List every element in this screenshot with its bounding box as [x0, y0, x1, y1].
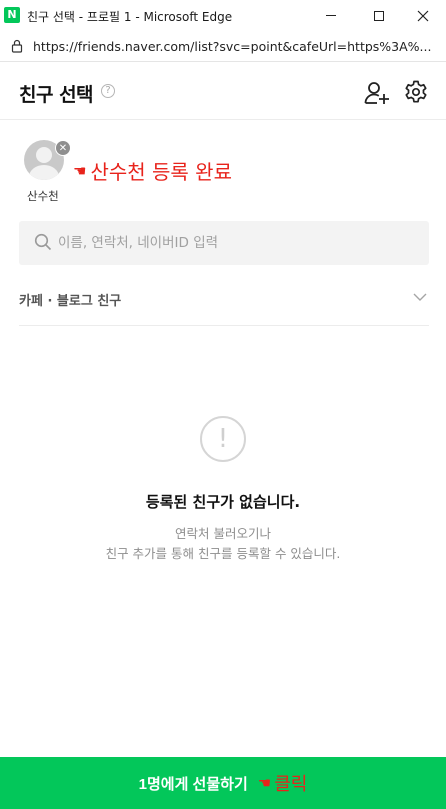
empty-state-title: 등록된 친구가 없습니다. [145, 493, 301, 511]
send-gift-label: 1명에게 선물하기 [138, 775, 248, 793]
settings-gear-icon[interactable] [404, 80, 428, 104]
maximize-button[interactable] [356, 0, 402, 31]
naver-app-icon: N [4, 7, 20, 23]
minimize-button[interactable] [308, 0, 354, 31]
selected-friend-item: ✕ 산수천 [20, 138, 80, 208]
page-title: 친구 선택 [19, 84, 94, 106]
empty-state-line-2: 친구 추가를 통해 친구를 등록할 수 있습니다. [105, 546, 341, 561]
browser-window: N 친구 선택 - 프로필 1 - Microsoft Edge https:/… [0, 0, 446, 809]
close-window-button[interactable] [400, 0, 446, 31]
empty-state-description: 연락처 불러오기나 친구 추가를 통해 친구를 등록할 수 있습니다. [0, 524, 446, 564]
empty-state-line-1: 연락처 불러오기나 [175, 526, 271, 541]
chevron-down-icon [413, 293, 427, 301]
lock-icon [11, 39, 23, 53]
search-box [19, 221, 429, 265]
empty-alert-icon: ! [200, 416, 246, 462]
help-icon[interactable]: ? [101, 84, 115, 98]
close-icon [417, 10, 429, 21]
pointing-hand-icon: ☚ [73, 161, 87, 180]
registered-annotation-text: 산수천 등록 완료 [90, 160, 232, 184]
registered-annotation: ☚ 산수천 등록 완료 [73, 156, 232, 185]
category-label: 카페 · 블로그 친구 [19, 294, 122, 309]
send-gift-button[interactable]: 1명에게 선물하기 ☚ 클릭 [0, 757, 446, 809]
avatar-body [29, 165, 59, 180]
add-friend-icon[interactable] [364, 80, 390, 106]
window-title: 친구 선택 - 프로필 1 - Microsoft Edge [27, 10, 233, 24]
url-text[interactable]: https://friends.naver.com/list?svc=point… [33, 39, 443, 54]
maximize-icon [374, 10, 384, 21]
app-header: 친구 선택 ? [0, 62, 446, 120]
title-bar: N 친구 선택 - 프로필 1 - Microsoft Edge [0, 0, 446, 31]
click-annotation-text: 클릭 [274, 774, 308, 794]
avatar-head [36, 147, 52, 163]
category-cafe-blog-friends[interactable]: 카페 · 블로그 친구 [19, 278, 429, 326]
minimize-icon [326, 15, 336, 16]
address-bar[interactable]: https://friends.naver.com/list?svc=point… [0, 31, 446, 62]
selected-friend-name: 산수천 [27, 189, 59, 203]
pointing-hand-icon: ☚ [257, 775, 272, 792]
remove-friend-button[interactable]: ✕ [55, 140, 71, 156]
search-input[interactable] [58, 221, 418, 265]
search-icon [34, 233, 52, 251]
click-annotation: ☚ 클릭 [258, 770, 308, 796]
